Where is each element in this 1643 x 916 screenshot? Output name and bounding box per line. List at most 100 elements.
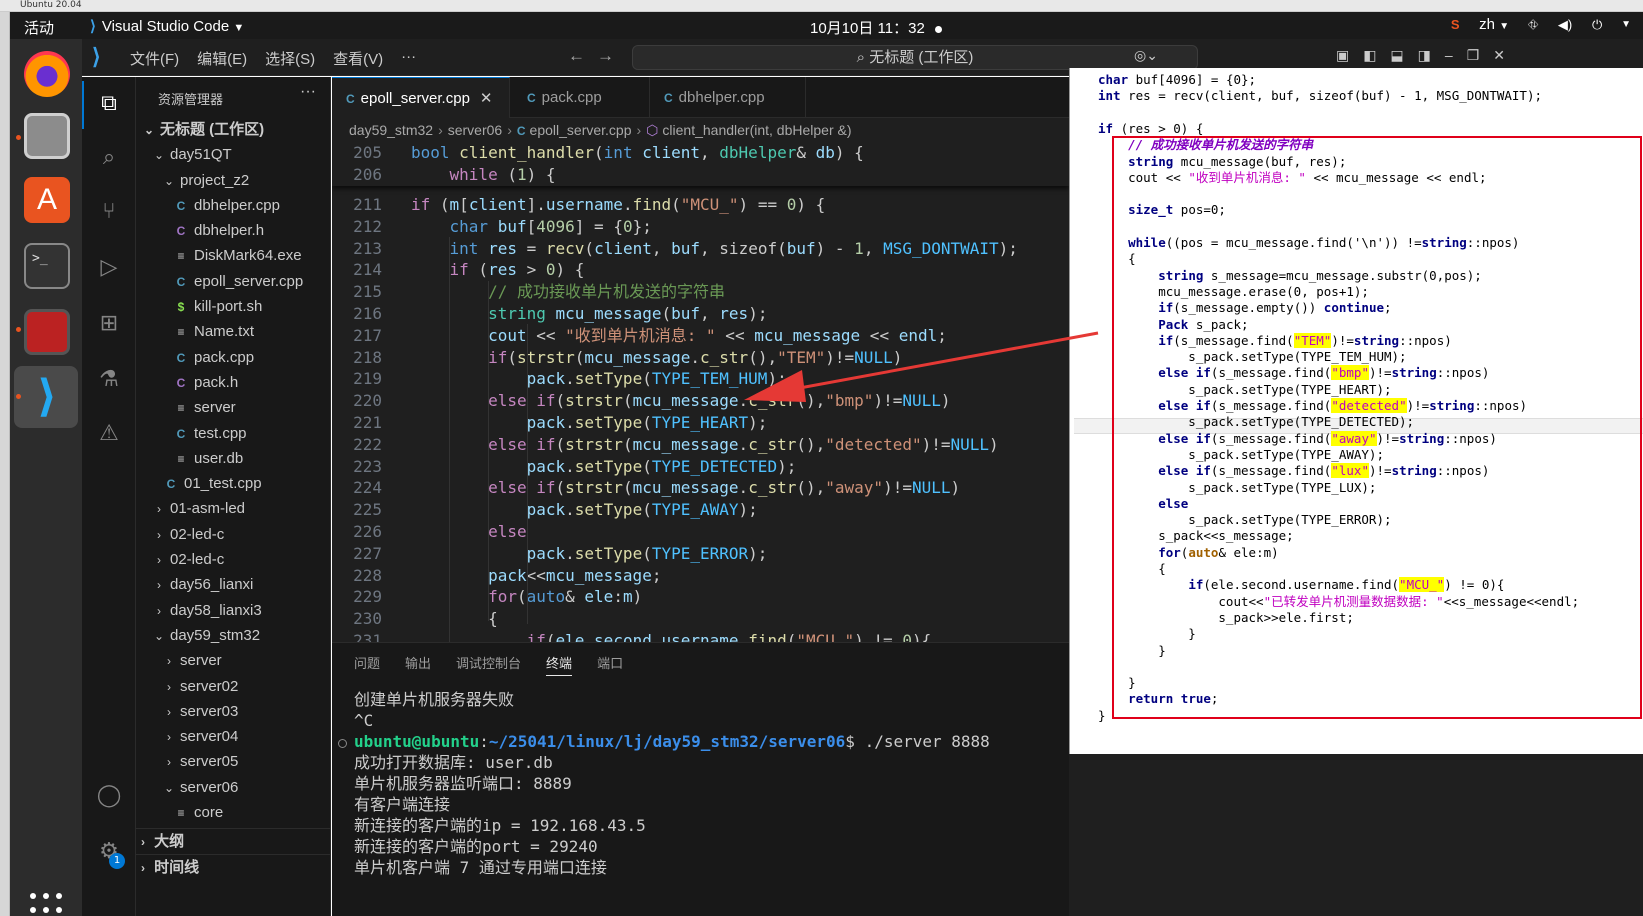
back-arrow-icon[interactable]: ← [568,46,585,66]
close-icon[interactable]: ✕ [1493,47,1505,64]
input-language[interactable]: zh ▼ [1479,16,1509,33]
panel-tab[interactable]: 输出 [405,653,431,676]
chevron-right-icon: › [167,755,171,770]
remote-explorer-icon[interactable]: ⚠ [94,419,124,449]
file-item[interactable]: $ kill-port.sh [136,294,330,319]
folder-item[interactable]: ⌄ day59_stm32 [136,623,330,648]
menu-selection[interactable]: 选择(S) [265,48,315,69]
tab-dbhelper-cpp[interactable]: Cdbhelper.cpp [650,77,806,118]
activities-button[interactable]: 活动 [24,17,54,38]
forward-arrow-icon[interactable]: → [597,46,614,66]
toggle-sidebar-icon[interactable]: ◧ [1363,47,1376,64]
menu-edit[interactable]: 编辑(E) [197,48,247,69]
tab-epoll-server[interactable]: Cepoll_server.cpp ✕ [332,77,510,118]
cpp-file-icon: C [176,198,186,213]
file-item[interactable]: Ctest.cpp [136,421,330,446]
bottom-panel: 问题 输出 调试控制台 终端 端口 创建单片机服务器失败 ^C ubuntu@ubuntu:… [332,642,1069,916]
app-menu[interactable]: ⟩ Visual Studio Code ▼ [90,17,244,35]
folder-item[interactable]: › 01-asm-led [136,496,330,521]
tree-item-label: server [180,652,222,670]
chevron-right-icon: › [157,553,161,568]
panel-tab[interactable]: 终端 [546,653,573,676]
toggle-secondary-sidebar-icon[interactable]: ◨ [1418,47,1431,64]
folder-item[interactable]: ⌄ 无标题 (工作区) [136,117,330,142]
folder-item[interactable]: › server03 [136,699,330,724]
testing-icon[interactable]: ⚗ [94,365,124,395]
vscode-icon[interactable]: ⟩ [24,374,70,420]
sogou-input-icon[interactable]: S [1447,17,1463,33]
outline-section[interactable]: › 大纲 [136,829,184,854]
breadcrumb-item[interactable]: server06 [448,122,502,138]
copilot-icon[interactable]: ◎⌄ [1134,47,1158,64]
folder-item[interactable]: › day58_lianxi3 [136,598,330,623]
volume-icon[interactable]: ◀) [1557,17,1573,33]
folder-item[interactable]: › 02-led-c [136,522,330,547]
files-icon[interactable] [24,113,70,159]
menu-file[interactable]: 文件(F) [130,48,179,69]
tab-pack-cpp[interactable]: Cpack.cpp [513,77,650,118]
source-control-icon[interactable]: ⑂ [94,197,124,227]
file-item[interactable]: ≡ user.db [136,446,330,471]
breadcrumb-item[interactable]: client_handler(int, dbHelper &) [662,122,851,138]
remote-desktop-icon[interactable] [24,309,70,355]
file-item[interactable]: Cdbhelper.h [136,218,330,243]
txt-file-icon: ≡ [177,325,185,340]
file-item[interactable]: ≡ DiskMark64.exe [136,243,330,268]
account-icon[interactable]: ◯ [94,781,124,811]
search-icon[interactable]: ⌕ [94,143,124,173]
explorer-icon[interactable]: ⧉ [94,89,124,119]
chevron-down-icon[interactable]: ▼ [1621,19,1631,30]
restore-icon[interactable]: ❐ [1467,47,1480,64]
file-item[interactable]: ≡ core [136,800,330,825]
command-center[interactable]: ⌕ 无标题 (工作区) [632,45,1198,70]
file-item[interactable]: Cpack.cpp [136,345,330,370]
close-tab-icon[interactable]: ✕ [480,90,493,107]
explorer-more-actions[interactable]: ··· [300,83,316,101]
file-item[interactable]: Cdbhelper.cpp [136,193,330,218]
menu-view[interactable]: 查看(V) [333,48,383,69]
tree-item-label: Name.txt [194,323,255,341]
code-editor[interactable]: 205 bool client_handler(int client, dbHel… [332,142,1069,642]
folder-item[interactable]: › 02-led-c [136,547,330,572]
folder-item[interactable]: › server [136,648,330,673]
sh-file-icon: $ [177,300,185,315]
power-icon[interactable]: ⏻ [1589,17,1605,33]
panel-tab[interactable]: 端口 [597,653,623,676]
software-center-icon[interactable]: A [24,177,70,223]
file-item[interactable]: C 01_test.cpp [136,471,330,496]
folder-item[interactable]: ⌄ server06 [136,775,330,800]
file-item[interactable]: Cepoll_server.cpp [136,269,330,294]
clock[interactable]: 10月10日 11：32 [810,17,942,38]
menu-more[interactable]: ··· [401,48,416,69]
run-debug-icon[interactable]: ▷ [94,253,124,283]
panel-tab[interactable]: 问题 [354,653,380,676]
network-icon[interactable]: ⛗ [1525,17,1541,33]
folder-item[interactable]: › server04 [136,724,330,749]
panel-tab[interactable]: 调试控制台 [456,653,521,676]
file-item[interactable]: ≡ server [136,395,330,420]
folder-item[interactable]: › server02 [136,674,330,699]
overlay-code-line: s_pack>>ele.first; [1098,609,1354,625]
show-apps-icon[interactable] [30,893,64,916]
tree-item-label: project_z2 [180,171,250,189]
extensions-icon[interactable]: ⊞ [94,309,124,339]
toggle-panel-icon[interactable]: ⬓ [1390,47,1403,64]
customize-layout-icon[interactable]: ▣ [1336,47,1349,64]
terminal-output[interactable]: 创建单片机服务器失败 ^C ubuntu@ubuntu:~/25041/linux/… [354,689,990,878]
firefox-icon[interactable] [24,51,70,97]
file-item[interactable]: Cpack.h [136,370,330,395]
timeline-section[interactable]: › 时间线 [136,855,199,880]
folder-item[interactable]: › server05 [136,749,330,774]
folder-item[interactable]: › day56_lianxi [136,572,330,597]
breadcrumb-item[interactable]: day59_stm32 [349,122,433,138]
code-line: 224 else if(strstr(mcu_message.c_str(),"… [332,477,1069,499]
running-indicator [16,394,21,399]
minimize-icon[interactable]: – [1445,47,1453,64]
terminal-icon[interactable]: >_ [24,243,70,289]
file-item[interactable]: ≡ Name.txt [136,319,330,344]
folder-item[interactable]: ⌄ project_z2 [136,168,330,193]
line-number: 214 [353,260,382,280]
overlay-code-line: // 成功接收单片机发送的字符串 [1128,137,1314,153]
folder-item[interactable]: ⌄ day51QT [136,142,330,167]
breadcrumb-item[interactable]: epoll_server.cpp [530,122,632,138]
